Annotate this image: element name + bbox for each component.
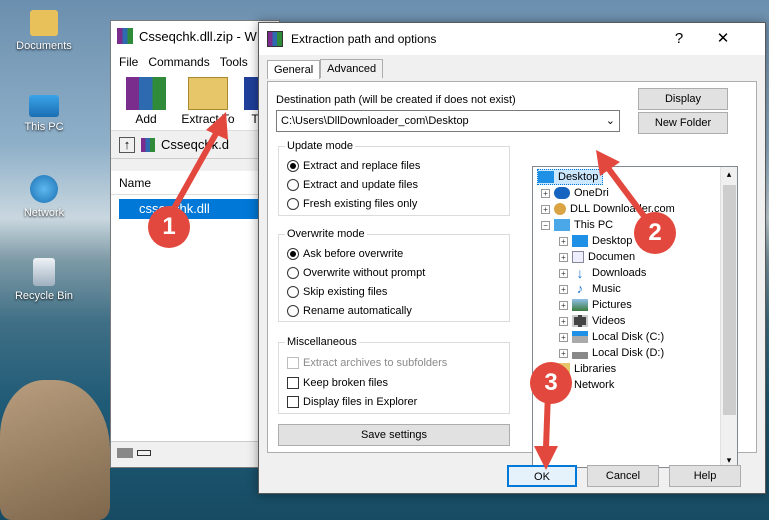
step-2-badge: 2	[634, 212, 676, 254]
step-3-badge: 3	[530, 362, 572, 404]
annotation-arrows	[169, 112, 653, 470]
step-1-badge: 1	[148, 206, 190, 248]
arrow-1	[169, 112, 228, 214]
arrow-2	[596, 150, 653, 226]
